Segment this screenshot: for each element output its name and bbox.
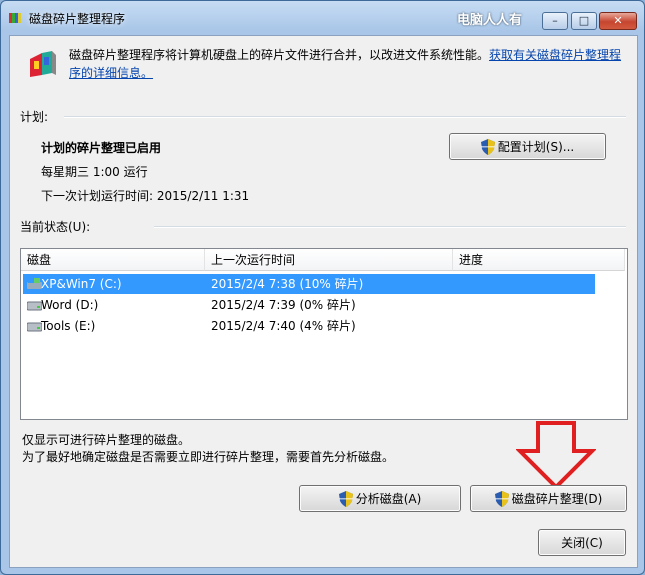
disk-last-run: 2015/2/4 7:38 (10% 碎片): [211, 277, 364, 291]
disk-row[interactable]: XP&Win7 (C:) 2015/2/4 7:38 (10% 碎片): [23, 274, 595, 294]
defragment-disk-label: 磁盘碎片整理(D): [511, 492, 603, 506]
schedule-next-run: 下一次计划运行时间: 2015/2/11 1:31: [41, 189, 250, 203]
defragmenter-window: 磁盘碎片整理程序 电脑人人有 – □ ✕ 磁盘碎片整理程序将计算机硬盘上的碎片文…: [0, 0, 645, 575]
current-status-label: 当前状态(U):: [20, 220, 91, 234]
schedule-frequency: 每星期三 1:00 运行: [41, 165, 148, 179]
configure-schedule-button[interactable]: 配置计划(S)...: [449, 133, 606, 160]
dialog-body: 磁盘碎片整理程序将计算机硬盘上的碎片文件进行合并，以改进文件系统性能。获取有关磁…: [9, 35, 638, 568]
disk-name: Tools (E:): [41, 319, 96, 333]
disk-last-run: 2015/2/4 7:39 (0% 碎片): [211, 298, 356, 312]
close-button[interactable]: 关闭(C): [538, 529, 626, 556]
schedule-status: 计划的碎片整理已启用: [41, 141, 162, 155]
window-title: 磁盘碎片整理程序: [29, 12, 126, 26]
hard-drive-icon: [27, 322, 42, 332]
title-bar[interactable]: 磁盘碎片整理程序 电脑人人有 – □ ✕: [1, 1, 644, 35]
disk-last-run: 2015/2/4 7:40 (4% 碎片): [211, 319, 356, 333]
annotation-arrow-icon: [516, 421, 596, 490]
hard-drive-icon: [27, 301, 42, 311]
maximize-button[interactable]: □: [571, 12, 597, 30]
column-header-disk[interactable]: 磁盘: [21, 249, 205, 271]
column-header-progress[interactable]: 进度: [453, 249, 625, 271]
analyze-disk-button[interactable]: 分析磁盘(A): [299, 485, 461, 512]
close-window-button[interactable]: ✕: [599, 12, 637, 30]
status-separator: [154, 226, 626, 228]
uac-shield-icon: [338, 490, 353, 507]
note-defraggable-only: 仅显示可进行碎片整理的磁盘。: [22, 433, 191, 447]
intro-description: 磁盘碎片整理程序将计算机硬盘上的碎片文件进行合并，以改进文件系统性能。: [69, 48, 490, 62]
disk-name: Word (D:): [41, 298, 99, 312]
note-analyze-first: 为了最好地确定磁盘是否需要立即进行碎片整理，需要首先分析磁盘。: [22, 450, 395, 464]
disk-row[interactable]: Tools (E:) 2015/2/4 7:40 (4% 碎片): [23, 316, 595, 336]
minimize-button[interactable]: –: [542, 12, 568, 30]
defrag-icon: [30, 51, 56, 77]
intro-text: 磁盘碎片整理程序将计算机硬盘上的碎片文件进行合并，以改进文件系统性能。获取有关磁…: [69, 46, 629, 82]
schedule-separator: [64, 116, 626, 118]
defrag-app-icon: [9, 13, 21, 23]
uac-shield-icon: [494, 490, 509, 507]
configure-schedule-label: 配置计划(S)...: [497, 140, 575, 154]
uac-shield-icon: [480, 138, 495, 155]
schedule-section-label: 计划:: [20, 110, 49, 124]
column-header-last-run[interactable]: 上一次运行时间: [205, 249, 453, 271]
disk-row[interactable]: Word (D:) 2015/2/4 7:39 (0% 碎片): [23, 295, 595, 315]
close-button-label: 关闭(C): [561, 536, 603, 550]
defragment-disk-button[interactable]: 磁盘碎片整理(D): [470, 485, 627, 512]
disk-list[interactable]: 磁盘 上一次运行时间 进度 XP&Win7 (C:) 2015/2/4 7:38…: [20, 248, 628, 420]
watermark-text: 电脑人人有: [457, 13, 523, 28]
disk-name: XP&Win7 (C:): [41, 277, 122, 291]
analyze-disk-label: 分析磁盘(A): [355, 492, 422, 506]
system-drive-icon: [27, 278, 42, 289]
